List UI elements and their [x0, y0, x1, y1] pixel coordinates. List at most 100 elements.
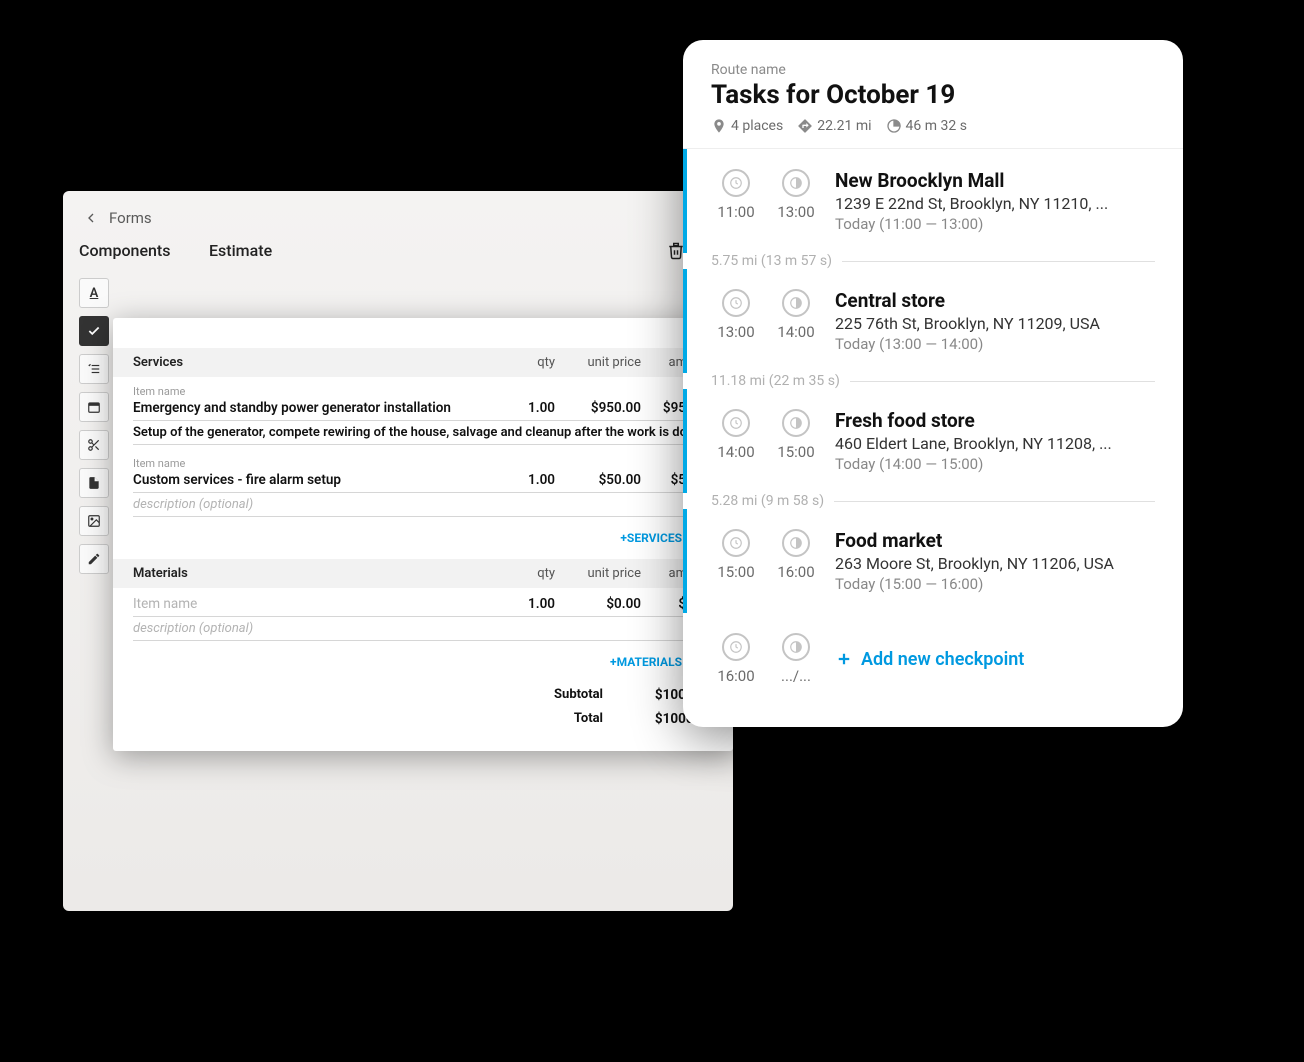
- end-time-icon: [782, 409, 810, 437]
- services-title: Services: [133, 355, 483, 370]
- item-qty-input[interactable]: 1.00: [495, 472, 555, 493]
- component-checkbox-icon[interactable]: [79, 316, 109, 346]
- stop-start: 13:00: [717, 323, 754, 341]
- total-label: Total: [574, 711, 603, 727]
- item-desc-input[interactable]: description (optional): [133, 493, 713, 517]
- stop-end: 13:00: [777, 203, 814, 221]
- item-desc-input[interactable]: Setup of the generator, compete rewiring…: [133, 421, 713, 445]
- start-time-icon: [722, 409, 750, 437]
- add-checkpoint-button[interactable]: Add new checkpoint: [835, 649, 1024, 670]
- stop-name: Central store: [835, 289, 1155, 312]
- col-unit-price: unit price: [555, 355, 641, 370]
- route-stop[interactable]: 11:00 13:00 New Broocklyn Mall 1239 E 22…: [683, 149, 1183, 253]
- stop-when: Today (15:00 — 16:00): [835, 575, 1155, 593]
- route-leg: 11.18 mi (22 m 35 s): [683, 373, 1183, 389]
- stat-distance: 22.21 mi: [817, 118, 871, 134]
- services-section-header: Services qty unit price amount: [113, 348, 733, 377]
- clock-icon: [886, 118, 902, 134]
- component-date-icon[interactable]: [79, 392, 109, 422]
- stop-start: 14:00: [717, 443, 754, 461]
- end-time-icon: [782, 289, 810, 317]
- item-name-input[interactable]: Item name: [133, 596, 495, 617]
- end-time-icon: [782, 169, 810, 197]
- route-stats: 4 places 22.21 mi 46 m 32 s: [711, 118, 1155, 134]
- materials-section-header: Materials qty unit price amount: [113, 559, 733, 588]
- stat-duration: 46 m 32 s: [906, 118, 967, 134]
- stop-when: Today (14:00 — 15:00): [835, 455, 1155, 473]
- item-qty-input[interactable]: 1.00: [495, 400, 555, 421]
- materials-title: Materials: [133, 566, 483, 581]
- pin-icon: [711, 118, 727, 134]
- route-stop[interactable]: 13:00 14:00 Central store 225 76th St, B…: [683, 269, 1183, 373]
- route-card: Route name Tasks for October 19 4 places…: [683, 40, 1183, 727]
- stop-address: 263 Moore St, Brooklyn, NY 11206, USA: [835, 554, 1155, 573]
- route-title: Tasks for October 19: [711, 80, 1155, 110]
- start-time-icon: [722, 529, 750, 557]
- material-row: Item name 1.00 $0.00 $0.00 description (…: [113, 588, 733, 645]
- component-cut-icon[interactable]: [79, 430, 109, 460]
- plus-icon: [835, 650, 853, 668]
- estimate-sheet: Services qty unit price amount Item name…: [113, 318, 733, 751]
- component-checklist-icon[interactable]: [79, 354, 109, 384]
- route-stop[interactable]: 14:00 15:00 Fresh food store 460 Eldert …: [683, 389, 1183, 493]
- component-edit-icon[interactable]: [79, 544, 109, 574]
- stop-end: .../...: [781, 667, 811, 685]
- end-time-icon: [782, 633, 810, 661]
- col-unit-price: unit price: [555, 566, 641, 581]
- add-materials-item-button[interactable]: +MATERIALS ITEM: [113, 645, 733, 683]
- service-row: Item name Custom services - fire alarm s…: [113, 449, 733, 521]
- stop-end: 16:00: [777, 563, 814, 581]
- add-checkpoint-row: 16:00 .../... Add new checkpoint: [683, 613, 1183, 705]
- item-unitprice-input[interactable]: $0.00: [555, 596, 641, 617]
- component-image-icon[interactable]: [79, 506, 109, 536]
- item-name-label: Item name: [133, 385, 713, 398]
- stop-end: 15:00: [777, 443, 814, 461]
- subtotal-label: Subtotal: [554, 687, 603, 703]
- start-time-icon: [722, 633, 750, 661]
- components-title: Components: [79, 241, 183, 260]
- start-time-icon: [722, 289, 750, 317]
- item-name-input[interactable]: Emergency and standby power generator in…: [133, 400, 495, 421]
- stop-name: Food market: [835, 529, 1155, 552]
- stop-name: New Broocklyn Mall: [835, 169, 1155, 192]
- end-time-icon: [782, 529, 810, 557]
- col-qty: qty: [483, 355, 555, 370]
- stop-address: 1239 E 22nd St, Brooklyn, NY 11210, ...: [835, 194, 1155, 213]
- stop-address: 460 Eldert Lane, Brooklyn, NY 11208, ...: [835, 434, 1155, 453]
- route-leg: 5.28 mi (9 m 58 s): [683, 493, 1183, 509]
- stop-end: 14:00: [777, 323, 814, 341]
- leg-text: 11.18 mi (22 m 35 s): [711, 373, 840, 389]
- route-sublabel: Route name: [711, 62, 1155, 78]
- item-desc-input[interactable]: description (optional): [133, 617, 713, 641]
- route-stop[interactable]: 15:00 16:00 Food market 263 Moore St, Br…: [683, 509, 1183, 613]
- leg-text: 5.28 mi (9 m 58 s): [711, 493, 824, 509]
- totals: Subtotal $1000.00 Total $1000.00: [113, 683, 733, 731]
- route-leg: 5.75 mi (13 m 57 s): [683, 253, 1183, 269]
- breadcrumb-label: Forms: [109, 209, 152, 227]
- add-services-item-button[interactable]: +SERVICES ITEM: [113, 521, 733, 559]
- stop-start: 16:00: [717, 667, 754, 685]
- start-time-icon: [722, 169, 750, 197]
- item-unitprice-input[interactable]: $950.00: [555, 400, 641, 421]
- item-name-input[interactable]: Custom services - fire alarm setup: [133, 472, 495, 493]
- directions-icon: [797, 118, 813, 134]
- stop-address: 225 76th St, Brooklyn, NY 11209, USA: [835, 314, 1155, 333]
- add-checkpoint-label: Add new checkpoint: [861, 649, 1024, 670]
- stop-start: 15:00: [717, 563, 754, 581]
- back-arrow-icon: [83, 210, 99, 226]
- stop-when: Today (13:00 — 14:00): [835, 335, 1155, 353]
- estimate-title: Estimate: [209, 241, 667, 260]
- leg-text: 5.75 mi (13 m 57 s): [711, 253, 832, 269]
- item-name-label: Item name: [133, 457, 713, 470]
- forms-breadcrumb[interactable]: Forms: [63, 191, 733, 241]
- stop-start: 11:00: [717, 203, 754, 221]
- service-row: Item name Emergency and standby power ge…: [113, 377, 733, 449]
- component-file-icon[interactable]: [79, 468, 109, 498]
- component-text-icon[interactable]: A: [79, 278, 109, 308]
- stop-when: Today (11:00 — 13:00): [835, 215, 1155, 233]
- col-qty: qty: [483, 566, 555, 581]
- stat-places: 4 places: [731, 118, 783, 134]
- item-qty-input[interactable]: 1.00: [495, 596, 555, 617]
- item-unitprice-input[interactable]: $50.00: [555, 472, 641, 493]
- stop-name: Fresh food store: [835, 409, 1155, 432]
